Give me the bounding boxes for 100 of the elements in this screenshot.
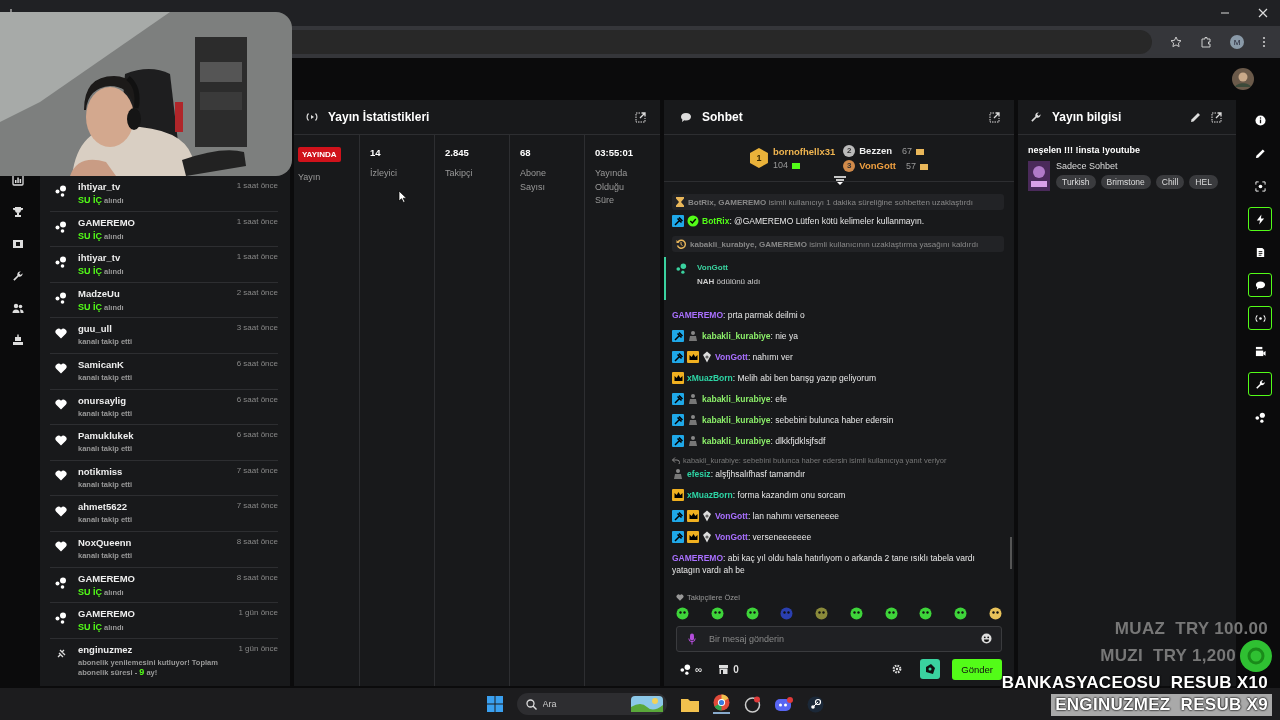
windows-icon[interactable]	[486, 696, 503, 712]
panel-title: Yayın İstatistikleri	[328, 110, 430, 124]
emote-icon[interactable]	[710, 607, 724, 620]
tag-chip[interactable]: HEL	[1189, 175, 1218, 189]
bot-button[interactable]	[920, 659, 941, 679]
stat-value: 68	[520, 147, 531, 158]
ring-icon	[1240, 640, 1272, 672]
stat-value: 03:55:01	[595, 147, 634, 158]
popout-icon[interactable]	[1211, 111, 1222, 123]
tag-chip[interactable]: Turkish	[1056, 175, 1096, 189]
user-avatar[interactable]	[1232, 68, 1254, 90]
emoji-icon[interactable]	[981, 633, 992, 644]
profile-avatar[interactable]: M	[1230, 35, 1244, 49]
username[interactable]: SamicanK	[78, 358, 124, 370]
menu-icon[interactable]	[1262, 36, 1266, 48]
address-field[interactable]	[292, 30, 1152, 54]
hammer-icon	[672, 393, 684, 405]
emote-icon[interactable]	[815, 607, 829, 620]
scrollbar[interactable]	[1010, 537, 1012, 569]
emote-icon[interactable]	[849, 607, 863, 620]
moderation-notice: BotRix, GAMEREMO isimli kullanıcıyı 1 dakika süreliğine sohbetten uzaklaştırdı	[672, 194, 1004, 210]
wrench-icon[interactable]	[1248, 372, 1272, 396]
browser-icon[interactable]	[712, 694, 730, 714]
folder-icon[interactable]	[680, 696, 699, 712]
emote-icon[interactable]	[988, 607, 1002, 620]
chat-message: xMuazBorn: forma kazandım onu sorcam	[687, 489, 846, 501]
wrench-icon	[1030, 111, 1042, 123]
chat-message: VonGott: verseneeeeeee	[715, 531, 812, 543]
message-field[interactable]: Bir mesaj gönderin	[676, 626, 1002, 652]
trophy-icon[interactable]	[10, 204, 26, 220]
chat-message: kabakli_kurabiye: nie ya	[702, 330, 798, 342]
username[interactable]: notikmiss	[78, 465, 123, 477]
app-icon[interactable]	[743, 695, 761, 713]
leader-name[interactable]: VonGott	[859, 160, 896, 171]
reply-icon	[672, 457, 680, 464]
emote-icon[interactable]	[954, 607, 968, 620]
dots-icon	[680, 663, 691, 675]
microphone-icon[interactable]	[688, 633, 696, 645]
medal-icon	[702, 351, 712, 363]
popout-icon[interactable]	[989, 111, 1000, 123]
chat-message: VonGott: lan nahımı verseneeee	[715, 510, 840, 522]
timestamp: 1 saat önce	[236, 216, 278, 226]
username[interactable]: ihtiyar_tv	[78, 181, 121, 192]
timestamp: 7 saat önce	[236, 465, 278, 475]
gift-icon	[916, 146, 924, 155]
chat-message: efesiz: alşfjhsalıfhasf tamamdır	[687, 468, 806, 480]
username[interactable]: NoxQueenn	[78, 536, 132, 548]
emote-icon[interactable]	[919, 607, 933, 620]
username[interactable]: MadzeUu	[78, 287, 120, 299]
donation-text: MUAZ TRY 100.00	[1113, 618, 1269, 640]
tag-chip[interactable]: Chill	[1155, 175, 1185, 189]
username[interactable]: GAMEREMO	[78, 216, 135, 228]
chat-message: GAMEREMO: prta parmak deilmi o	[672, 309, 805, 321]
username[interactable]: ahmet5622	[78, 501, 128, 513]
timestamp: 8 saat önce	[236, 572, 278, 582]
emote-icon[interactable]	[745, 607, 759, 620]
stat-value: 14	[370, 147, 381, 158]
chat-icon[interactable]	[1248, 273, 1272, 297]
username[interactable]: enginuzmez	[78, 643, 133, 655]
popout-icon[interactable]	[635, 111, 646, 123]
crown-icon	[687, 531, 699, 543]
leader-name[interactable]: Bezzen	[859, 145, 892, 156]
figure-icon	[687, 393, 699, 405]
pencil-icon[interactable]	[1190, 111, 1201, 123]
emote-icon[interactable]	[676, 607, 689, 620]
dashboard-icon[interactable]	[10, 332, 26, 348]
gift-count: 104	[772, 160, 788, 170]
collapse-icon[interactable]	[834, 176, 846, 186]
star-icon[interactable]	[1170, 36, 1182, 48]
username[interactable]: guu_ull	[78, 323, 112, 335]
timestamp: 2 saat önce	[236, 287, 278, 297]
resub-text: BANKASYACEOSU RESUB X10	[1000, 672, 1269, 694]
stat-label: Abone Sayısı	[520, 167, 548, 194]
chat-message: kabakli_kurabiye: sebebini bulunca haber edersin	[702, 414, 894, 426]
timestamp: 3 saat önce	[236, 323, 278, 333]
chat-message: xMuazBorn: Melih abi ben barışg yazıp geliyorum	[687, 372, 876, 384]
chat-message: kabakli_kurabiye: dlkkfjdklsjfsdf	[702, 435, 826, 447]
category-name[interactable]: Sadece Sohbet	[1056, 161, 1218, 171]
hammer-icon	[672, 330, 684, 342]
username[interactable]: VonGott	[697, 263, 728, 272]
leader-name[interactable]: bornofhellx31	[772, 146, 836, 157]
username[interactable]: Pamuklukek	[78, 430, 134, 442]
lightning-icon[interactable]	[1248, 207, 1272, 231]
broadcast-icon	[306, 112, 318, 122]
chat-app-icon[interactable]	[774, 696, 793, 712]
chat-icon	[680, 111, 692, 123]
username[interactable]: GAMEREMO	[78, 608, 135, 620]
game-launcher-icon[interactable]	[806, 695, 824, 713]
tag-chip[interactable]: Brimstone	[1100, 175, 1151, 189]
stat-label: Takipçi	[445, 167, 474, 180]
emote-icon[interactable]	[884, 607, 898, 620]
username[interactable]: GAMEREMO	[78, 572, 135, 584]
settings-icon[interactable]	[892, 664, 903, 674]
username[interactable]: onursaylig	[78, 394, 127, 406]
shop-icon[interactable]	[718, 663, 730, 675]
send-button[interactable]: Gönder	[952, 658, 1002, 680]
broadcast-icon[interactable]	[1248, 306, 1272, 330]
extensions-icon[interactable]	[1200, 36, 1212, 48]
close-icon[interactable]	[1258, 8, 1268, 18]
username[interactable]: ihtiyar_tv	[78, 252, 121, 264]
